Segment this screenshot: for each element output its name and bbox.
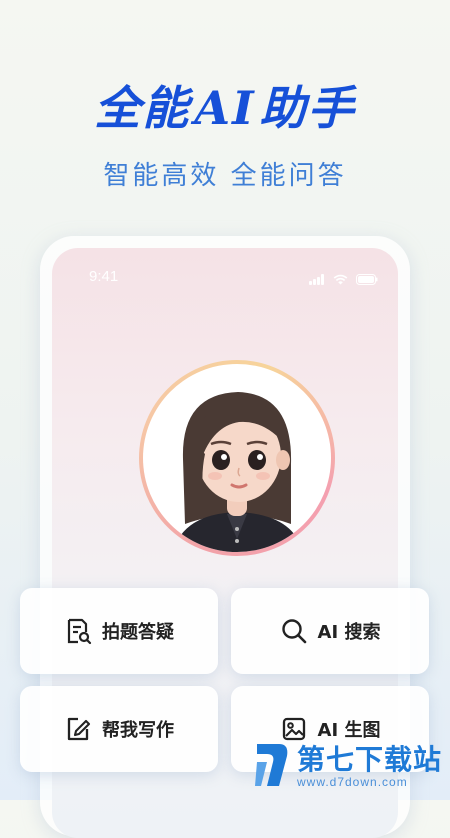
status-time: 9:41: [89, 268, 119, 285]
hero-subtitle: 智能高效 全能问答: [103, 161, 347, 191]
feature-label-ai-image: AI 生图: [317, 720, 381, 741]
watermark-url: www.d7down.com: [296, 775, 408, 789]
wifi-icon: [333, 270, 348, 289]
signal-icon: [309, 270, 325, 289]
hero-title-suffix: 助手: [259, 81, 356, 135]
hero-title-ai: AI: [194, 81, 256, 135]
watermark-logo-icon: [253, 740, 291, 794]
feature-label-photo-qa: 拍题答疑: [102, 622, 174, 643]
feature-card-photo-qa[interactable]: 拍题答疑: [20, 588, 218, 674]
search-icon: [280, 617, 308, 645]
hero-title-prefix: 全能: [94, 81, 191, 135]
watermark-title: 第七下载站: [296, 743, 442, 776]
feature-card-writing[interactable]: 帮我写作: [20, 686, 218, 772]
status-bar-icons: [309, 270, 378, 289]
feature-label-ai-search: AI 搜索: [317, 622, 381, 643]
edit-icon: [64, 715, 92, 743]
avatar-illustration: [143, 364, 331, 552]
doc-search-icon: [64, 617, 92, 645]
watermark: 第七下载站 www.d7down.com: [253, 740, 442, 794]
hero-title: 全能AI助手: [0, 78, 450, 138]
image-icon: [280, 715, 308, 743]
battery-icon: [356, 270, 378, 289]
assistant-avatar: [139, 360, 335, 556]
feature-label-writing: 帮我写作: [102, 720, 174, 741]
feature-card-ai-search[interactable]: AI 搜索: [231, 588, 429, 674]
